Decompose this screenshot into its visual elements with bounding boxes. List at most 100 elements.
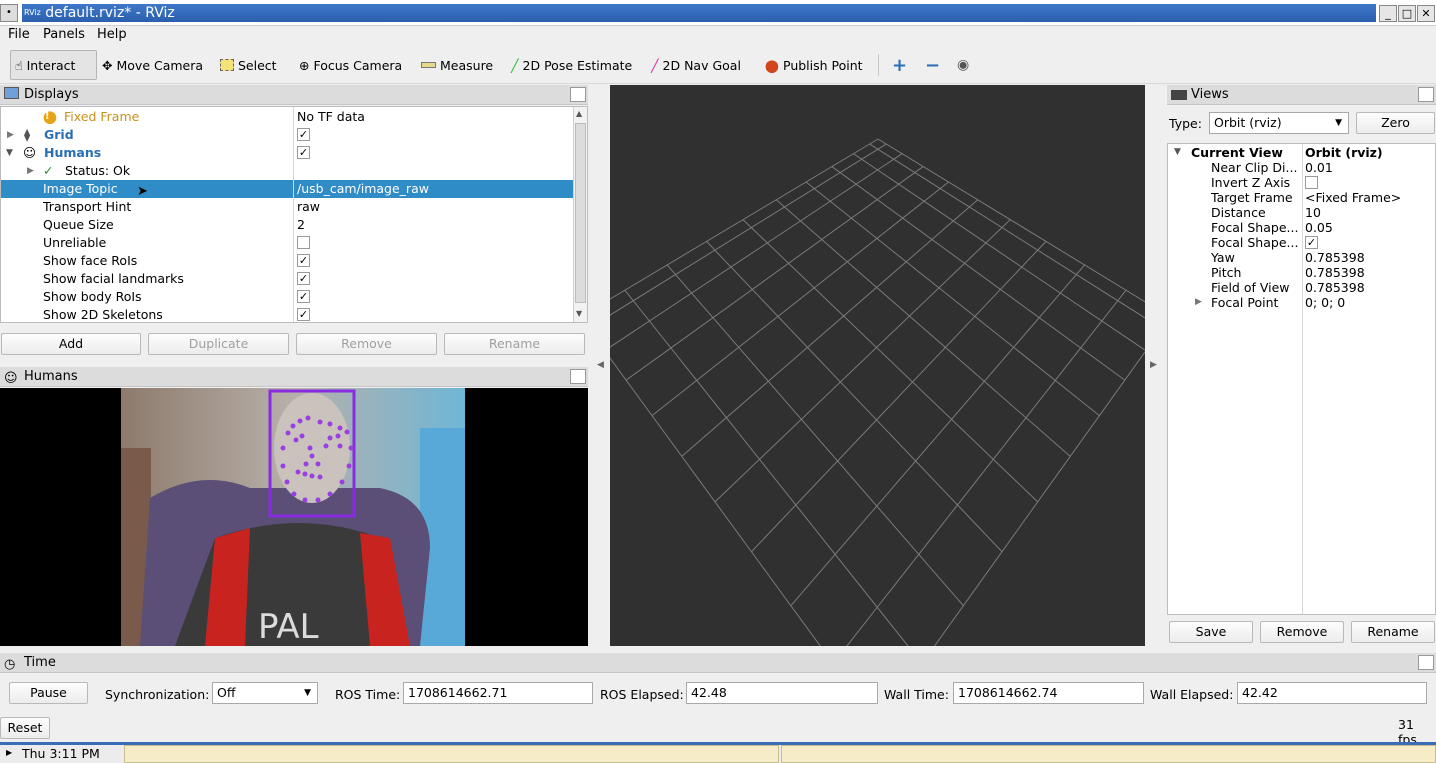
near-clip-value[interactable]: 0.01 xyxy=(1305,160,1333,175)
scroll-down-icon[interactable]: ▼ xyxy=(576,309,582,318)
2d-skeletons-label: Show 2D Skeletons xyxy=(43,307,163,322)
pitch-value[interactable]: 0.785398 xyxy=(1305,265,1365,280)
minus-icon[interactable]: − xyxy=(921,50,944,80)
views-tree: ▼ Current View Orbit (rviz) Near Clip Di… xyxy=(1167,143,1436,615)
display-row-status[interactable]: ▶ ✓ Status: Ok xyxy=(1,162,573,180)
smiley-icon: ☺ xyxy=(4,371,18,386)
focal-shape-fixed-checkbox[interactable]: ✓ xyxy=(1305,236,1318,249)
select-tool-button[interactable]: Select xyxy=(216,50,281,80)
display-row-fixed-frame[interactable]: ⬤ ! Fixed Frame No TF data xyxy=(1,108,573,126)
field-of-view-value[interactable]: 0.785398 xyxy=(1305,280,1365,295)
distance-value[interactable]: 10 xyxy=(1305,205,1321,220)
2d-skeletons-checkbox[interactable]: ✓ xyxy=(297,308,310,321)
rename-view-button[interactable]: Rename xyxy=(1351,621,1435,643)
panel-float-button[interactable] xyxy=(570,369,586,384)
grid-line xyxy=(624,289,923,664)
title-bar: • RViz default.rviz* - RViz _ □ ✕ xyxy=(0,0,1436,26)
facial-landmarks-checkbox[interactable]: ✓ xyxy=(297,272,310,285)
humans-label: Humans xyxy=(44,145,102,160)
transport-hint-value[interactable]: raw xyxy=(297,198,320,216)
measure-label: Measure xyxy=(440,57,494,73)
expand-arrow-icon[interactable]: ▶ xyxy=(27,162,34,180)
plus-icon[interactable]: + xyxy=(888,50,911,80)
remove-display-button[interactable]: Remove xyxy=(296,333,437,355)
camera-icon xyxy=(1171,90,1187,100)
body-rois-checkbox[interactable]: ✓ xyxy=(297,290,310,303)
vertical-scrollbar[interactable]: ▲ ▼ xyxy=(573,107,587,322)
display-row-face-rois[interactable]: Show face RoIs ✓ xyxy=(1,252,573,270)
collapse-arrow-icon[interactable]: ▼ xyxy=(6,144,13,162)
display-row-body-rois[interactable]: Show body RoIs ✓ xyxy=(1,288,573,306)
start-arrow-icon[interactable]: ▶ xyxy=(6,748,12,757)
display-row-facial-landmarks[interactable]: Show facial landmarks ✓ xyxy=(1,270,573,288)
menu-file[interactable]: File xyxy=(8,27,30,42)
focal-point-value[interactable]: 0; 0; 0 xyxy=(1305,295,1345,310)
collapse-right-icon[interactable]: ▶ xyxy=(1150,360,1157,370)
queue-size-value[interactable]: 2 xyxy=(297,216,305,234)
expand-arrow-icon[interactable]: ▶ xyxy=(7,126,14,144)
focal-shape-size-value[interactable]: 0.05 xyxy=(1305,220,1333,235)
collapse-arrow-icon[interactable]: ▼ xyxy=(1174,145,1181,160)
close-icon[interactable]: ✕ xyxy=(1417,5,1435,22)
display-row-transport-hint[interactable]: Transport Hint raw xyxy=(1,198,573,216)
interact-tool-button[interactable]: ☝ Interact xyxy=(10,50,97,80)
window-menu-button[interactable]: • xyxy=(0,4,18,22)
add-display-button[interactable]: Add xyxy=(1,333,141,355)
publish-point-tool-button[interactable]: ⬤ Publish Point xyxy=(761,50,867,80)
reset-button[interactable]: Reset xyxy=(0,717,50,739)
panel-float-button[interactable] xyxy=(570,87,586,102)
yaw-value[interactable]: 0.785398 xyxy=(1305,250,1365,265)
3d-viewport[interactable] xyxy=(579,85,1171,726)
display-row-2d-skeletons[interactable]: Show 2D Skeletons ✓ xyxy=(1,306,573,322)
wall-time-label: Wall Time: xyxy=(884,687,949,702)
minimize-icon[interactable]: _ xyxy=(1379,5,1397,22)
invert-z-checkbox[interactable] xyxy=(1305,176,1318,189)
menu-panels[interactable]: Panels xyxy=(43,27,85,42)
ros-elapsed-field[interactable]: 42.48 xyxy=(686,682,878,704)
menu-help[interactable]: Help xyxy=(97,27,127,42)
remove-view-button[interactable]: Remove xyxy=(1260,621,1344,643)
focus-camera-tool-button[interactable]: ⊕ Focus Camera xyxy=(295,50,406,80)
taskbar-window-2[interactable] xyxy=(781,745,1436,763)
maximize-icon[interactable]: □ xyxy=(1398,5,1416,22)
2d-nav-goal-tool-button[interactable]: ╱ 2D Nav Goal xyxy=(647,50,745,80)
display-row-image-topic[interactable]: Image Topic /usb_cam/image_raw ➤ xyxy=(1,180,573,199)
column-divider xyxy=(293,107,294,322)
2d-pose-estimate-tool-button[interactable]: ╱ 2D Pose Estimate xyxy=(507,50,636,80)
duplicate-display-button[interactable]: Duplicate xyxy=(148,333,289,355)
wall-elapsed-field[interactable]: 42.42 xyxy=(1237,682,1427,704)
panel-float-button[interactable] xyxy=(1418,655,1434,670)
humans-checkbox[interactable]: ✓ xyxy=(297,146,310,159)
panel-float-button[interactable] xyxy=(1418,87,1434,102)
eye-icon[interactable]: ◉ xyxy=(953,50,973,80)
scrollbar-thumb[interactable] xyxy=(575,123,586,303)
move-camera-tool-button[interactable]: ✥ Move Camera xyxy=(98,50,207,80)
window-title-bar[interactable]: RViz default.rviz* - RViz xyxy=(22,4,1376,22)
expand-arrow-icon[interactable]: ▶ xyxy=(1195,295,1202,310)
display-row-queue-size[interactable]: Queue Size 2 xyxy=(1,216,573,234)
sync-select[interactable]: Off ▼ xyxy=(212,682,318,704)
pause-button[interactable]: Pause xyxy=(9,682,88,704)
near-clip-label: Near Clip Di... xyxy=(1211,160,1298,175)
scroll-up-icon[interactable]: ▲ xyxy=(576,109,582,118)
display-row-unreliable[interactable]: Unreliable xyxy=(1,234,573,252)
collapse-left-icon[interactable]: ◀ xyxy=(597,360,604,370)
unreliable-checkbox[interactable] xyxy=(297,236,310,249)
save-view-button[interactable]: Save xyxy=(1169,621,1253,643)
face-rois-checkbox[interactable]: ✓ xyxy=(297,254,310,267)
measure-tool-button[interactable]: Measure xyxy=(417,50,497,80)
taskbar-window-1[interactable] xyxy=(124,745,779,763)
ros-time-field[interactable]: 1708614662.71 xyxy=(403,682,593,704)
body-rois-label: Show body RoIs xyxy=(43,289,142,304)
view-type-select[interactable]: Orbit (rviz) ▼ xyxy=(1209,112,1349,134)
display-row-humans[interactable]: ▼ ☺ Humans ✓ xyxy=(1,144,573,162)
grid-checkbox[interactable]: ✓ xyxy=(297,128,310,141)
toolbar: ☝ Interact ✥ Move Camera Select ⊕ Focus … xyxy=(0,46,1436,84)
rename-display-button[interactable]: Rename xyxy=(444,333,585,355)
wall-time-field[interactable]: 1708614662.74 xyxy=(953,682,1144,704)
target-frame-value[interactable]: <Fixed Frame> xyxy=(1305,190,1401,205)
zero-button[interactable]: Zero xyxy=(1356,112,1435,134)
display-row-grid[interactable]: ▶ ⧫ Grid ✓ xyxy=(1,126,573,144)
move-camera-icon: ✥ xyxy=(102,57,113,73)
image-topic-value[interactable]: /usb_cam/image_raw xyxy=(297,180,429,198)
